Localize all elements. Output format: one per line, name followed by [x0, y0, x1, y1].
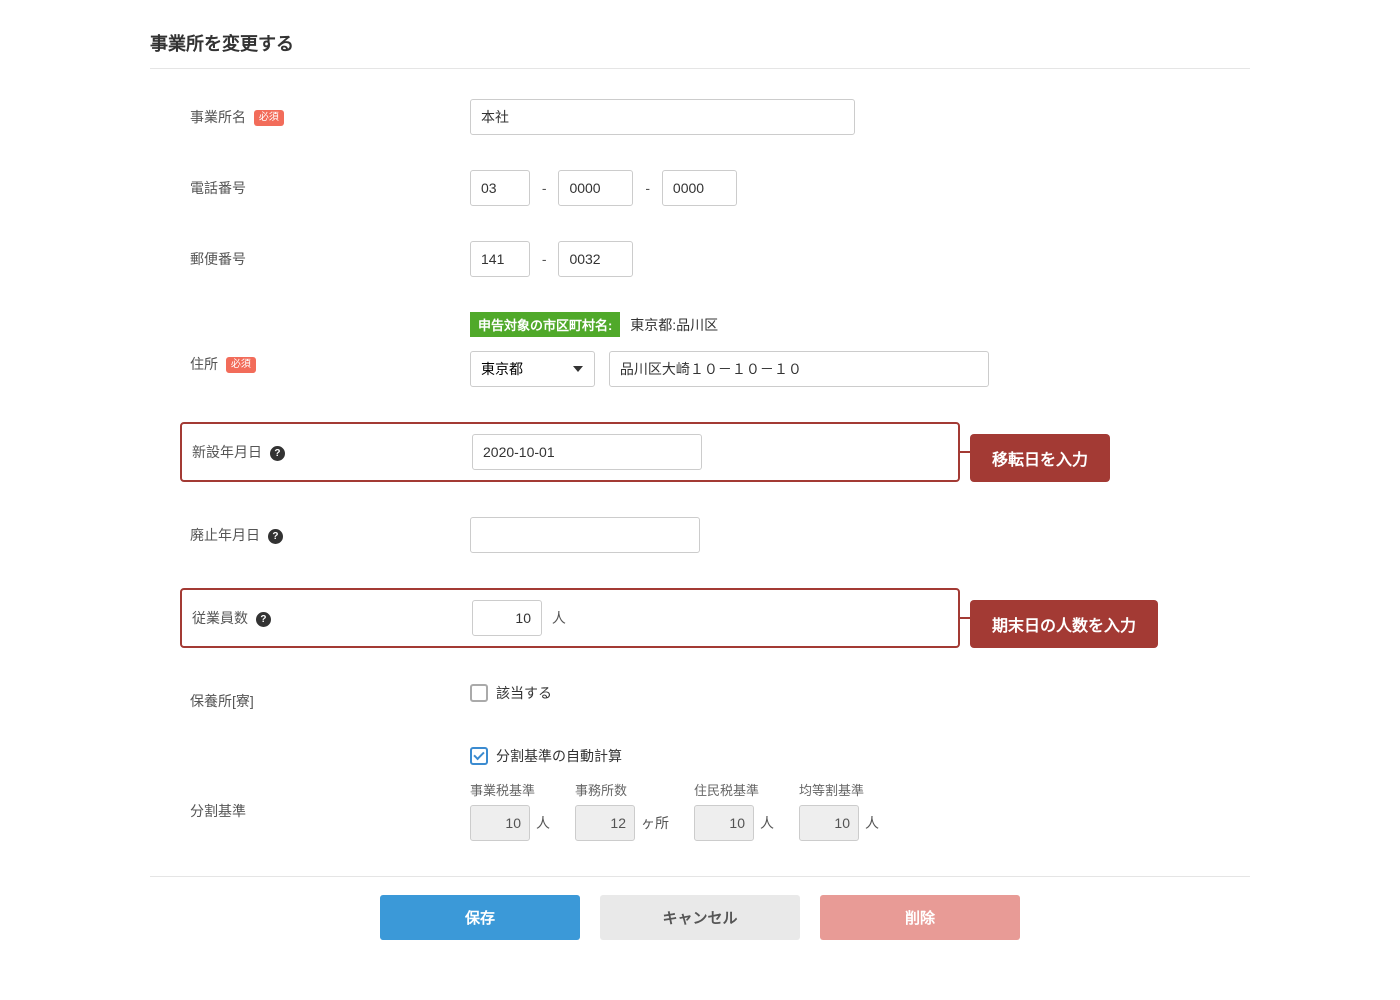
row-address: 住所 必須 申告対象の市区町村名: 東京都:品川区 東京都 [150, 312, 1250, 387]
help-icon[interactable]: ? [256, 612, 271, 627]
zip1-input[interactable] [470, 241, 530, 277]
label-postal: 郵便番号 [150, 241, 470, 269]
label-office-name: 事業所名 必須 [150, 99, 470, 127]
prefecture-select-wrap: 東京都 [470, 351, 595, 387]
delete-button[interactable]: 削除 [820, 895, 1020, 940]
unit-person: 人 [552, 610, 566, 626]
label-address-text: 住所 [190, 356, 218, 372]
label-abolish-date: 廃止年月日 ? [150, 517, 470, 545]
city-badge: 申告対象の市区町村名: [470, 312, 620, 337]
zip-sep: - [542, 251, 547, 267]
label-abolish-date-text: 廃止年月日 [190, 527, 260, 543]
unit-place: ヶ所 [641, 813, 669, 833]
split-input-4 [799, 805, 859, 841]
split-item-2: 事務所数 ヶ所 [575, 780, 669, 841]
row-postal: 郵便番号 - [150, 241, 1250, 277]
required-badge-2: 必須 [226, 357, 256, 373]
page-title: 事業所を変更する [150, 30, 1250, 69]
required-badge: 必須 [254, 110, 284, 126]
label-new-date-text: 新設年月日 [192, 444, 262, 460]
row-new-date: 新設年月日 ? [180, 422, 960, 482]
new-date-input[interactable] [472, 434, 702, 470]
tel-sep1: - [542, 180, 547, 196]
label-address: 住所 必須 [150, 312, 470, 374]
row-split: 分割基準 分割基準の自動計算 事業税基準 人 事務所数 [150, 746, 1250, 841]
label-split: 分割基準 [150, 746, 470, 821]
label-phone: 電話番号 [150, 170, 470, 198]
row-dorm: 保養所[寮] 該当する [150, 683, 1250, 711]
row-office-name: 事業所名 必須 [150, 99, 1250, 135]
label-office-name-text: 事業所名 [190, 109, 246, 125]
dorm-checkbox-wrap[interactable]: 該当する [470, 683, 1250, 703]
callout-new-date: 移転日を入力 [970, 434, 1110, 482]
split-label-1: 事業税基準 [470, 780, 550, 799]
label-employees: 従業員数 ? [182, 608, 472, 628]
split-label-2: 事務所数 [575, 780, 669, 799]
label-dorm: 保養所[寮] [150, 683, 470, 711]
split-item-3: 住民税基準 人 [694, 780, 774, 841]
callout-line-1 [960, 451, 970, 453]
autocalc-checkbox[interactable] [470, 747, 488, 765]
footer-bar: 保存 キャンセル 削除 [150, 876, 1250, 940]
unit-person-1: 人 [536, 813, 550, 833]
split-label-4: 均等割基準 [799, 780, 879, 799]
prefecture-select[interactable]: 東京都 [470, 351, 595, 387]
unit-person-4: 人 [865, 813, 879, 833]
tel3-input[interactable] [662, 170, 737, 206]
autocalc-checkbox-wrap[interactable]: 分割基準の自動計算 [470, 746, 1250, 766]
help-icon[interactable]: ? [268, 529, 283, 544]
autocalc-checkbox-label: 分割基準の自動計算 [496, 746, 622, 766]
unit-person-3: 人 [760, 813, 774, 833]
row-employees: 従業員数 ? 人 [180, 588, 960, 648]
split-item-4: 均等割基準 人 [799, 780, 879, 841]
help-icon[interactable]: ? [270, 446, 285, 461]
label-employees-text: 従業員数 [192, 610, 248, 626]
callout-employees: 期末日の人数を入力 [970, 600, 1158, 648]
cancel-button[interactable]: キャンセル [600, 895, 800, 940]
split-item-1: 事業税基準 人 [470, 780, 550, 841]
save-button[interactable]: 保存 [380, 895, 580, 940]
dorm-checkbox[interactable] [470, 684, 488, 702]
split-label-3: 住民税基準 [694, 780, 774, 799]
office-name-input[interactable] [470, 99, 855, 135]
zip2-input[interactable] [558, 241, 633, 277]
split-input-2 [575, 805, 635, 841]
abolish-date-input[interactable] [470, 517, 700, 553]
row-phone: 電話番号 - - [150, 170, 1250, 206]
callout-line-2 [960, 617, 970, 619]
tel2-input[interactable] [558, 170, 633, 206]
label-new-date: 新設年月日 ? [182, 442, 472, 462]
split-input-3 [694, 805, 754, 841]
city-value: 東京都:品川区 [630, 315, 718, 335]
row-abolish-date: 廃止年月日 ? [150, 517, 1250, 553]
split-input-1 [470, 805, 530, 841]
check-icon [473, 749, 484, 760]
dorm-checkbox-label: 該当する [496, 683, 552, 703]
tel1-input[interactable] [470, 170, 530, 206]
employees-input[interactable] [472, 600, 542, 636]
address-rest-input[interactable] [609, 351, 989, 387]
tel-sep2: - [645, 180, 650, 196]
